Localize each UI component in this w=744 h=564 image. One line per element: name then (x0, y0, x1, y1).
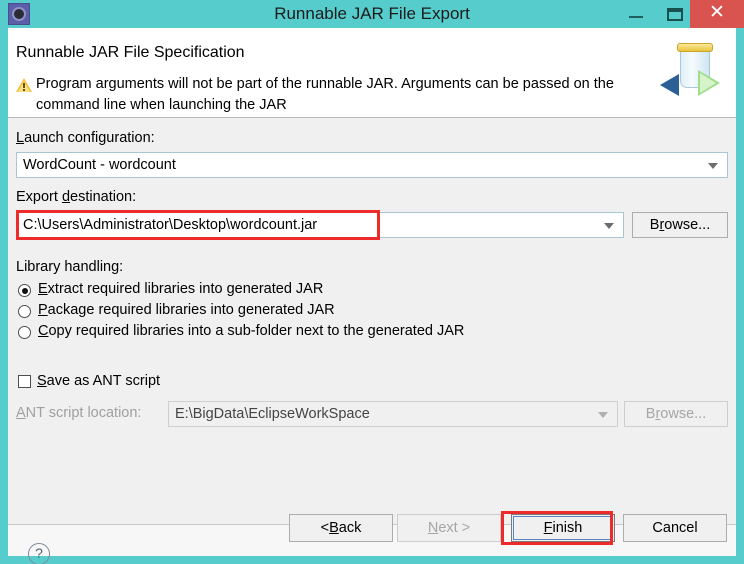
finish-button[interactable]: Finish (511, 514, 615, 542)
radio-copy-libraries-label[interactable]: Copy required libraries into a sub-folde… (38, 323, 464, 339)
ant-script-location-browse-button[interactable]: Br owse... (624, 401, 728, 427)
back-prefix: < (320, 519, 330, 536)
close-icon: ✕ (709, 2, 725, 23)
radio-selected-dot (21, 287, 28, 294)
back-button[interactable]: < Back (289, 514, 393, 542)
browse-suffix: owse... (664, 216, 711, 233)
radio-copy-mnemonic: C (38, 323, 49, 339)
radio-extract-mnemonic: E (38, 281, 48, 297)
export-destination-combo[interactable]: C:\Users\Administrator\Desktop\wordcount… (16, 212, 624, 238)
cancel-label: Cancel (652, 519, 698, 536)
export-destination-browse-button[interactable]: Br owse... (632, 212, 728, 238)
launch-configuration-label: Launch configuration: (16, 130, 155, 146)
export-destination-label-prefix: Export (16, 189, 62, 205)
blue-arrow-glyph (660, 74, 679, 96)
ant-script-location-value: E:\BigData\EclipseWorkSpace (175, 406, 370, 422)
radio-extract-libraries-label[interactable]: Extract required libraries into generate… (38, 281, 323, 297)
radio-extract-libraries[interactable] (18, 284, 31, 297)
next-button[interactable]: Next > (397, 514, 501, 542)
dialog-body: Runnable JAR File Specification Program … (8, 28, 736, 564)
cancel-button[interactable]: Cancel (623, 514, 727, 542)
launch-configuration-label-mnemonic: L (16, 130, 25, 146)
launch-configuration-label-text: aunch configuration: (24, 130, 155, 146)
runnable-jar-export-dialog: Runnable JAR File Export ✕ Runnable JAR … (0, 0, 744, 564)
next-mnemonic: N (427, 519, 439, 536)
chevron-down-icon (598, 412, 608, 418)
radio-package-text: ackage required libraries into generated… (47, 302, 335, 318)
radio-extract-text: xtract required libraries into generated… (47, 281, 324, 297)
play-triangle-inner-glyph (700, 73, 716, 93)
export-destination-label-text: estination: (70, 189, 137, 205)
warning-triangle-icon (16, 78, 32, 93)
radio-package-libraries[interactable] (18, 305, 31, 318)
save-ant-script-label[interactable]: Save as ANT script (37, 373, 160, 389)
finish-mnemonic: F (543, 519, 553, 536)
export-destination-label: Export destination: (16, 189, 136, 205)
save-ant-mnemonic: S (37, 373, 47, 389)
ant-script-location-combo[interactable]: E:\BigData\EclipseWorkSpace (168, 401, 618, 427)
browse-prefix: B (649, 216, 660, 233)
ant-script-location-label: ANT script location: (16, 405, 141, 421)
chevron-down-icon (604, 223, 614, 229)
save-ant-script-checkbox[interactable] (18, 375, 31, 388)
runnable-jar-icon (658, 34, 730, 112)
maximize-icon (667, 8, 683, 21)
radio-package-libraries-label[interactable]: Package required libraries into generate… (38, 302, 335, 318)
ant-browse-suffix: owse... (660, 405, 707, 422)
ant-script-location-mnemonic: A (16, 405, 26, 421)
radio-package-mnemonic: P (38, 302, 48, 318)
library-handling-label: Library handling: (16, 259, 124, 275)
back-mnemonic: B (329, 519, 339, 536)
title-bar: Runnable JAR File Export ✕ (0, 0, 744, 28)
export-destination-label-mnemonic: d (61, 189, 71, 205)
close-button[interactable]: ✕ (690, 0, 744, 28)
launch-configuration-combo[interactable]: WordCount - wordcount (16, 152, 728, 178)
finish-suffix: inish (552, 519, 583, 536)
jar-lid-glyph (677, 43, 713, 52)
minimize-icon (629, 16, 643, 18)
next-suffix: ext > (438, 519, 471, 536)
chevron-down-icon (708, 163, 718, 169)
warning-exclamation-dot (23, 89, 25, 91)
save-ant-text: ave as ANT script (46, 373, 161, 389)
page-title: Runnable JAR File Specification (16, 44, 245, 61)
ant-script-location-text: NT script location: (25, 405, 142, 421)
back-suffix: ack (338, 519, 362, 536)
export-destination-value: C:\Users\Administrator\Desktop\wordcount… (23, 217, 318, 233)
launch-configuration-value: WordCount - wordcount (23, 157, 176, 173)
ant-browse-prefix: B (645, 405, 656, 422)
header-message: Program arguments will not be part of th… (36, 76, 614, 113)
dialog-header: Runnable JAR File Specification Program … (8, 28, 736, 118)
help-icon[interactable]: ? (28, 543, 50, 564)
radio-copy-text: opy required libraries into a sub-folder… (48, 323, 465, 339)
warning-exclamation-stem (23, 83, 25, 88)
radio-copy-libraries[interactable] (18, 326, 31, 339)
